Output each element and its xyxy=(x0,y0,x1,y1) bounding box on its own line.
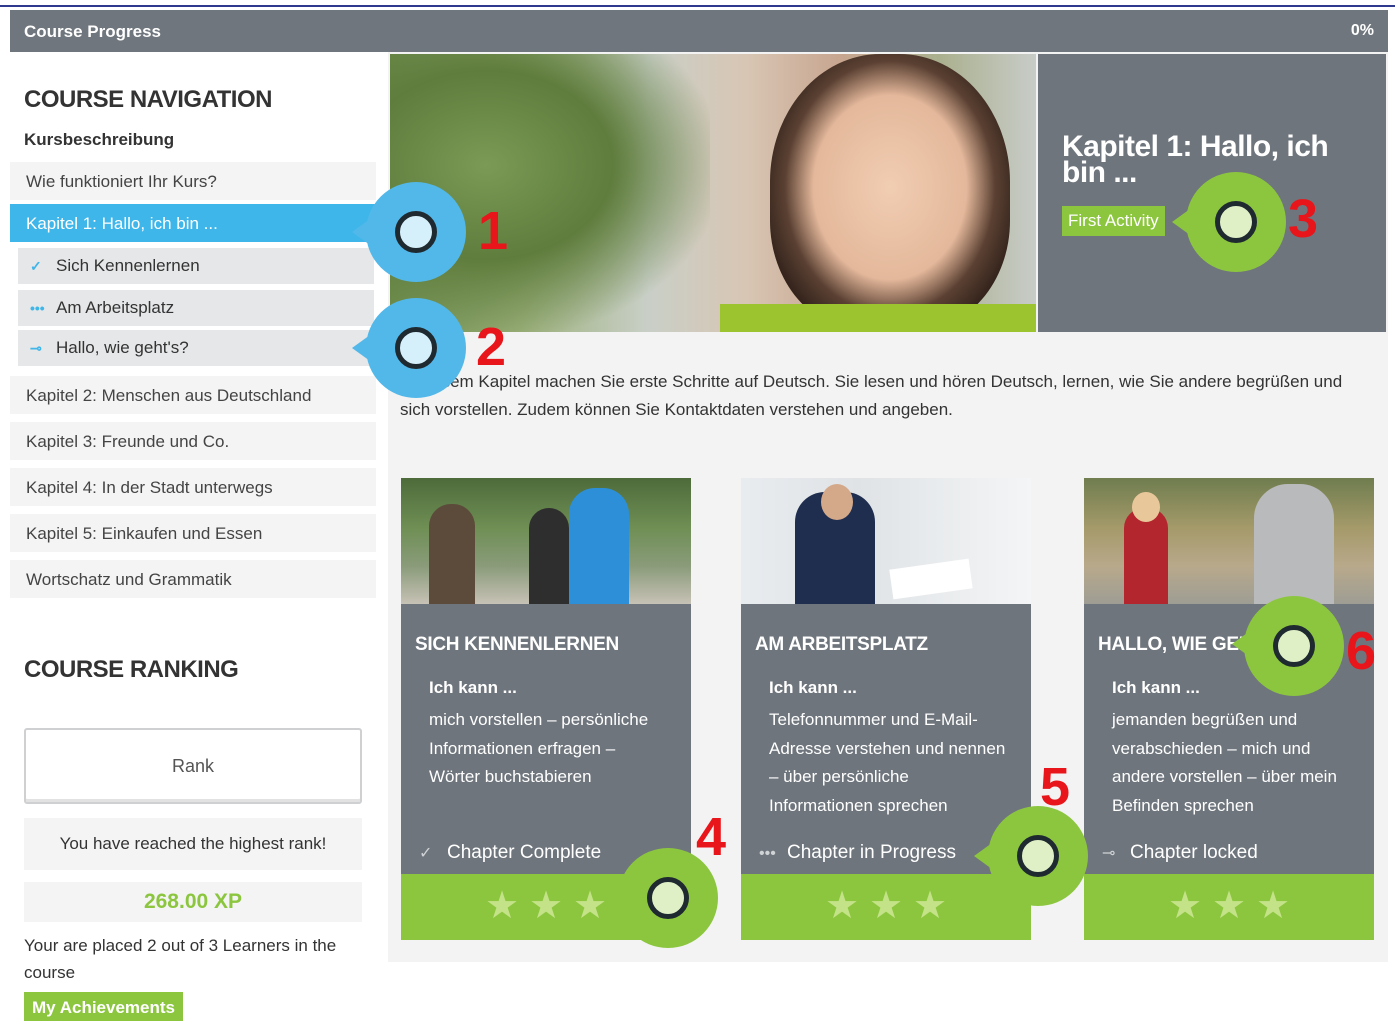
card-description: mich vorstellen – persönliche Informatio… xyxy=(429,710,649,786)
callout-marker-2 xyxy=(366,298,466,398)
course-navigation-heading: COURSE NAVIGATION xyxy=(24,86,272,113)
card-description: Telefonnummer und E-Mail-Adresse versteh… xyxy=(769,710,1006,815)
rank-message: You have reached the highest rank! xyxy=(24,818,362,870)
star-icon: ★ xyxy=(912,885,948,927)
hero-portrait xyxy=(770,54,1010,332)
first-activity-button[interactable]: First Activity xyxy=(1062,206,1165,236)
card-stars: ★ ★ ★ xyxy=(1084,874,1374,940)
card-title: AM ARBEITSPLATZ xyxy=(755,634,928,655)
star-icon: ★ xyxy=(868,885,904,927)
nav-subitem-label: Sich Kennenlernen xyxy=(56,256,200,275)
callout-ring-icon xyxy=(395,211,437,253)
check-icon: ✓ xyxy=(30,258,42,274)
nav-subitem-label: Am Arbeitsplatz xyxy=(56,298,175,317)
course-ranking-heading: COURSE RANKING xyxy=(24,656,239,683)
nav-subitem-am-arbeitsplatz[interactable]: ••• Am Arbeitsplatz xyxy=(18,290,374,326)
card-status-label: Chapter in Progress xyxy=(787,842,956,863)
rank-button[interactable]: Rank xyxy=(24,728,362,804)
nav-subitem-sich-kennenlernen[interactable]: ✓ Sich Kennenlernen xyxy=(18,248,374,284)
star-icon: ★ xyxy=(1167,885,1203,927)
callout-ring-icon xyxy=(1273,625,1315,667)
sidebar: COURSE NAVIGATION Kursbeschreibung Wie f… xyxy=(10,52,388,1021)
nav-item-kapitel-4[interactable]: Kapitel 4: In der Stadt unterwegs xyxy=(10,468,376,508)
nav-item-kapitel-3[interactable]: Kapitel 3: Freunde und Co. xyxy=(10,422,376,462)
card-photo xyxy=(1084,478,1374,604)
callout-ring-icon xyxy=(1215,201,1257,243)
nav-item-wortschatz[interactable]: Wortschatz und Grammatik xyxy=(10,560,376,600)
card-description: jemanden begrüßen und verabschieden – mi… xyxy=(1112,710,1337,815)
hero-image xyxy=(390,54,1036,332)
my-achievements-button[interactable]: My Achievements xyxy=(24,992,183,1021)
card-can-do-heading: Ich kann ... xyxy=(429,678,517,697)
in-progress-dots-icon: ••• xyxy=(30,300,45,316)
nav-subitem-label: Hallo, wie geht's? xyxy=(56,338,189,357)
nav-item-kapitel-1[interactable]: Kapitel 1: Hallo, ich bin ... xyxy=(10,204,376,244)
activity-card-hallo-wie-gehts[interactable]: HALLO, WIE GEHT'S? Ich kann ... jemanden… xyxy=(1084,478,1374,940)
star-icon: ★ xyxy=(824,885,860,927)
card-photo xyxy=(741,478,1031,604)
card-status-label: Chapter Complete xyxy=(447,842,602,863)
star-icon: ★ xyxy=(1255,885,1291,927)
in-progress-dots-icon: ••• xyxy=(759,845,776,862)
card-status-label: Chapter locked xyxy=(1130,842,1258,863)
nav-item-kapitel-2[interactable]: Kapitel 2: Menschen aus Deutschland xyxy=(10,376,376,416)
locked-key-icon: ⊸ xyxy=(1102,845,1116,862)
course-progress-percent: 0% xyxy=(1350,22,1374,39)
screen: Course Progress 0% COURSE NAVIGATION Kur… xyxy=(0,0,1395,1021)
star-icon: ★ xyxy=(1211,885,1247,927)
callout-marker-6 xyxy=(1244,596,1344,696)
callout-ring-icon xyxy=(1017,835,1059,877)
chapter-intro-text: In diesem Kapitel machen Sie erste Schri… xyxy=(400,372,1343,419)
callout-ring-icon xyxy=(395,327,437,369)
course-progress-bar: Course Progress 0% xyxy=(10,10,1388,52)
locked-key-icon: ⊸ xyxy=(30,340,42,356)
callout-marker-1 xyxy=(366,182,466,282)
card-status: ••• Chapter in Progress xyxy=(759,842,956,864)
card-can-do-heading: Ich kann ... xyxy=(769,678,857,697)
check-icon: ✓ xyxy=(419,845,433,862)
star-icon: ★ xyxy=(528,885,564,927)
callout-number-6: 6 xyxy=(1346,621,1377,681)
callout-marker-3 xyxy=(1186,172,1286,272)
card-status: ✓ Chapter Complete xyxy=(419,842,601,864)
xp-value: 268.00 XP xyxy=(24,882,362,922)
nav-item-wie-funktioniert[interactable]: Wie funktioniert Ihr Kurs? xyxy=(10,162,376,202)
course-progress-label: Course Progress xyxy=(24,22,161,41)
callout-ring-icon xyxy=(647,877,689,919)
callout-marker-5 xyxy=(988,806,1088,906)
star-icon: ★ xyxy=(484,885,520,927)
card-status: ⊸ Chapter locked xyxy=(1102,842,1258,864)
card-photo xyxy=(401,478,691,604)
hero-shirt xyxy=(720,304,1036,332)
card-can-do-heading: Ich kann ... xyxy=(1112,678,1200,697)
callout-number-1: 1 xyxy=(478,201,509,261)
nav-subitem-hallo-wie-gehts[interactable]: ⊸ Hallo, wie geht's? xyxy=(18,330,374,366)
callout-number-3: 3 xyxy=(1288,189,1319,249)
card-title: SICH KENNENLERNEN xyxy=(415,634,619,655)
top-rule xyxy=(0,5,1395,7)
callout-number-2: 2 xyxy=(476,317,507,377)
nav-item-kapitel-5[interactable]: Kapitel 5: Einkaufen und Essen xyxy=(10,514,376,554)
nav-item-kursbeschreibung[interactable]: Kursbeschreibung xyxy=(24,130,174,150)
callout-number-4: 4 xyxy=(696,807,727,867)
rank-placement-text: Your are placed 2 out of 3 Learners in t… xyxy=(24,936,337,982)
callout-number-5: 5 xyxy=(1040,757,1071,817)
